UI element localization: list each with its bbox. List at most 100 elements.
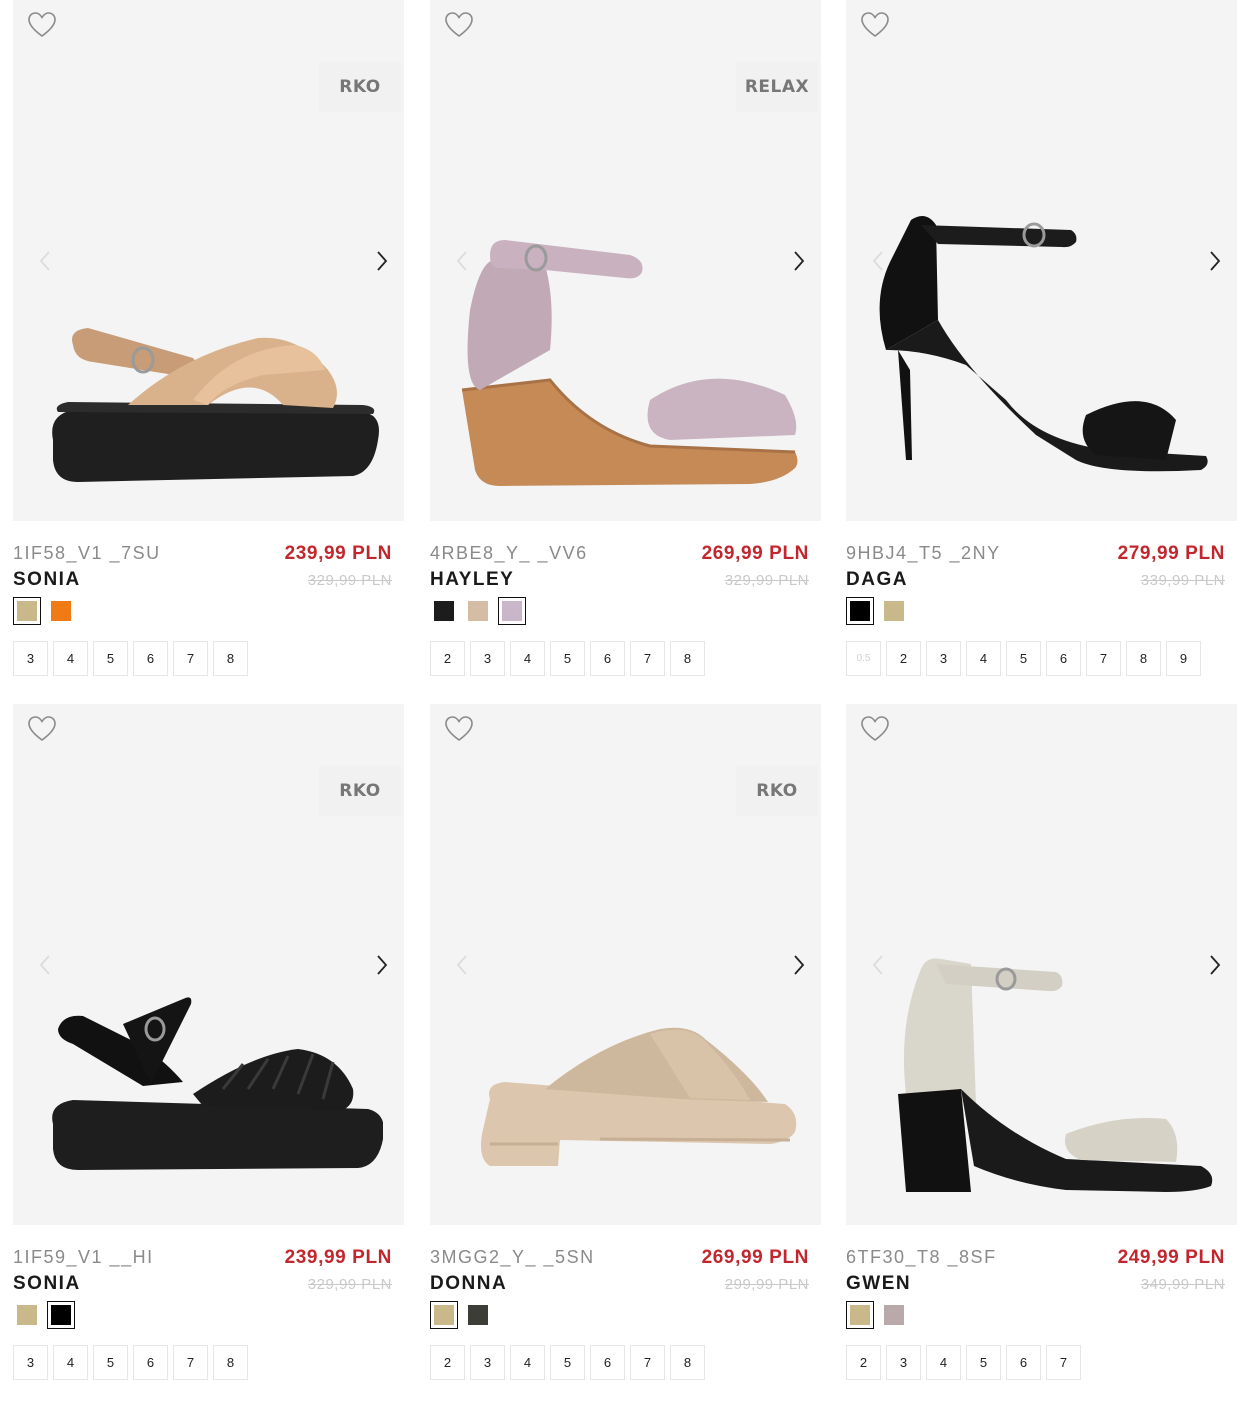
size-option[interactable]: 4	[53, 1345, 88, 1380]
wishlist-heart-icon[interactable]	[860, 11, 890, 39]
product-image-area[interactable]: RKO	[13, 704, 404, 1225]
product-info: 1IF59_V1 __HI 239,99 PLN SONIA 329,99 PL…	[13, 1225, 404, 1405]
wishlist-heart-icon[interactable]	[444, 715, 474, 743]
size-option[interactable]: 2	[430, 641, 465, 676]
original-price: 329,99 PLN	[724, 572, 809, 589]
product-card[interactable]: RKO 1IF59_V1 __HI 239,99 PLN SONIA 329,9…	[13, 704, 404, 1405]
size-option[interactable]: 4	[53, 641, 88, 676]
product-name[interactable]: SONIA	[13, 1273, 81, 1295]
color-swatches	[13, 597, 75, 625]
color-swatch[interactable]	[430, 1301, 458, 1329]
size-option[interactable]: 5	[550, 1345, 585, 1380]
color-swatch[interactable]	[13, 597, 41, 625]
product-card[interactable]: RKO 1IF58_V1 _7SU 239,99 PLN SONIA 329,9…	[13, 0, 404, 701]
size-option[interactable]: 9	[1166, 641, 1201, 676]
product-name[interactable]: DAGA	[846, 569, 908, 591]
product-image-area[interactable]: RELAX	[430, 0, 821, 521]
wishlist-heart-icon[interactable]	[27, 11, 57, 39]
sale-price: 249,99 PLN	[1117, 1247, 1225, 1268]
product-image-area[interactable]	[846, 0, 1237, 521]
color-swatch[interactable]	[430, 597, 458, 625]
size-option[interactable]: 3	[886, 1345, 921, 1380]
color-swatch-fill	[502, 601, 522, 621]
sale-price: 239,99 PLN	[284, 543, 392, 564]
size-option[interactable]: 2	[430, 1345, 465, 1380]
product-name[interactable]: GWEN	[846, 1273, 911, 1295]
size-option[interactable]: 6	[133, 641, 168, 676]
size-option[interactable]: 7	[630, 1345, 665, 1380]
size-option[interactable]: 0.5	[846, 641, 881, 676]
product-image-area[interactable]	[846, 704, 1237, 1225]
size-option[interactable]: 6	[133, 1345, 168, 1380]
size-option[interactable]: 4	[926, 1345, 961, 1380]
size-option[interactable]: 5	[550, 641, 585, 676]
product-image	[481, 1027, 797, 1166]
size-option[interactable]: 5	[1006, 641, 1041, 676]
product-image-area[interactable]: RKO	[13, 0, 404, 521]
color-swatch-fill	[468, 1305, 488, 1325]
color-swatch[interactable]	[47, 1301, 75, 1329]
size-option[interactable]: 6	[1046, 641, 1081, 676]
wishlist-heart-icon[interactable]	[860, 715, 890, 743]
size-option[interactable]: 8	[670, 1345, 705, 1380]
product-image-area[interactable]: RKO	[430, 704, 821, 1225]
color-swatch[interactable]	[13, 1301, 41, 1329]
size-option[interactable]: 5	[93, 1345, 128, 1380]
color-swatch[interactable]	[47, 597, 75, 625]
color-swatch-fill	[434, 601, 454, 621]
size-option[interactable]: 2	[886, 641, 921, 676]
color-swatch-fill	[17, 1305, 37, 1325]
color-swatches	[13, 1301, 75, 1329]
color-swatch-fill	[468, 601, 488, 621]
color-swatches	[430, 1301, 492, 1329]
product-card[interactable]: RKO 3MGG2_Y_ _5SN 269,99 PLN DONNA 299,9…	[430, 704, 821, 1405]
sale-price: 239,99 PLN	[284, 1247, 392, 1268]
size-option[interactable]: 5	[966, 1345, 1001, 1380]
size-option[interactable]: 3	[13, 641, 48, 676]
product-card[interactable]: 9HBJ4_T5 _2NY 279,99 PLN DAGA 339,99 PLN…	[846, 0, 1237, 701]
size-options: 2345678	[430, 641, 705, 676]
color-swatch[interactable]	[846, 597, 874, 625]
color-swatch[interactable]	[846, 1301, 874, 1329]
size-option[interactable]: 6	[590, 641, 625, 676]
size-option[interactable]: 4	[510, 1345, 545, 1380]
size-option[interactable]: 3	[470, 641, 505, 676]
product-name[interactable]: DONNA	[430, 1273, 507, 1295]
color-swatch-fill	[51, 601, 71, 621]
size-option[interactable]: 4	[510, 641, 545, 676]
size-option[interactable]: 8	[1126, 641, 1161, 676]
size-option[interactable]: 3	[13, 1345, 48, 1380]
product-name[interactable]: SONIA	[13, 569, 81, 591]
brand-badge: RKO	[736, 766, 818, 816]
size-option[interactable]: 3	[926, 641, 961, 676]
color-swatch[interactable]	[464, 1301, 492, 1329]
color-swatch[interactable]	[880, 1301, 908, 1329]
size-option[interactable]: 8	[213, 1345, 248, 1380]
product-card[interactable]: 6TF30_T8 _8SF 249,99 PLN GWEN 349,99 PLN…	[846, 704, 1237, 1405]
size-option[interactable]: 8	[213, 641, 248, 676]
color-swatch-fill	[434, 1305, 454, 1325]
wishlist-heart-icon[interactable]	[444, 11, 474, 39]
color-swatch[interactable]	[498, 597, 526, 625]
size-option[interactable]: 7	[1046, 1345, 1081, 1380]
size-option[interactable]: 5	[93, 641, 128, 676]
size-option[interactable]: 7	[173, 641, 208, 676]
color-swatch[interactable]	[880, 597, 908, 625]
product-image	[898, 958, 1213, 1192]
size-option[interactable]: 3	[470, 1345, 505, 1380]
brand-badge: RKO	[319, 766, 401, 816]
size-option[interactable]: 7	[1086, 641, 1121, 676]
size-option[interactable]: 7	[173, 1345, 208, 1380]
product-card[interactable]: RELAX 4RBE8_Y_ _VV6 269,99 PLN HAYLEY 32…	[430, 0, 821, 701]
size-option[interactable]: 2	[846, 1345, 881, 1380]
product-name[interactable]: HAYLEY	[430, 569, 514, 591]
size-option[interactable]: 6	[590, 1345, 625, 1380]
size-option[interactable]: 4	[966, 641, 1001, 676]
product-image	[52, 997, 383, 1170]
size-option[interactable]: 8	[670, 641, 705, 676]
color-swatch-fill	[884, 1305, 904, 1325]
color-swatch[interactable]	[464, 597, 492, 625]
wishlist-heart-icon[interactable]	[27, 715, 57, 743]
size-option[interactable]: 7	[630, 641, 665, 676]
size-option[interactable]: 6	[1006, 1345, 1041, 1380]
